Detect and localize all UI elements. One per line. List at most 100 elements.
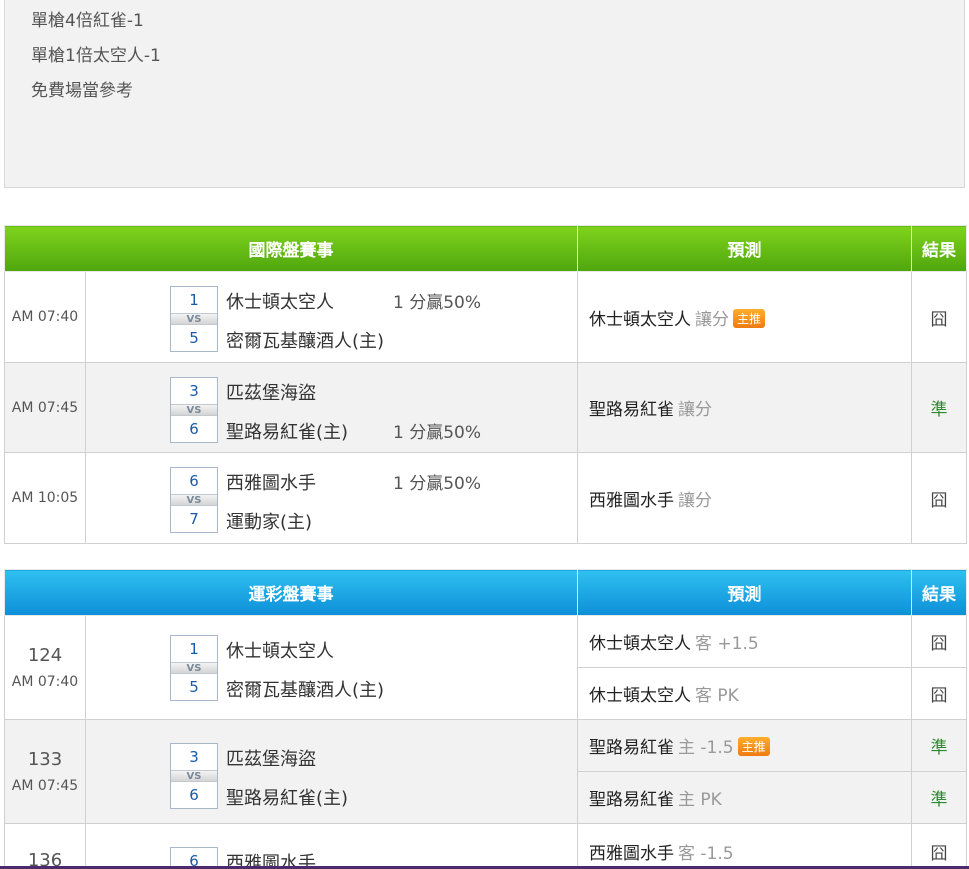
away-score: 1 (189, 290, 199, 309)
game-time: AM 07:40 (4, 271, 86, 363)
away-team: 西雅圖水手 (226, 472, 316, 494)
result-cell: 囧 (911, 271, 967, 363)
prediction: 休士頓太空人客 PK (577, 667, 912, 720)
game-number: 133 (27, 749, 63, 770)
pick-line: 主 -1.5 (678, 738, 734, 758)
intl-games-table: 國際盤賽事 預測 結果 AM 07:40 1 VS 5 休士頓太空人 密爾瓦基釀… (4, 225, 967, 544)
table-row[interactable]: AM 10:05 6 VS 7 西雅圖水手 運動家(主) 1 分贏50% 西雅圖… (4, 452, 967, 544)
game-number: 124 (27, 645, 63, 666)
prediction-header: 預測 (577, 225, 912, 272)
result-cell: 準 (911, 771, 967, 824)
pick-team: 西雅圖水手 (589, 844, 674, 864)
matchup: 3 VS 6 匹茲堡海盜 聖路易紅雀(主) 1 分贏50% (85, 362, 578, 453)
prediction: 西雅圖水手 讓分 (577, 452, 912, 544)
score-box: 1 VS 5 (170, 634, 218, 701)
score-box: 3 VS 6 (170, 376, 218, 443)
result-cell: 囧 (911, 823, 967, 869)
away-team: 匹茲堡海盜 (226, 748, 316, 770)
matchup: 3 VS 6 匹茲堡海盜 聖路易紅雀(主) (85, 719, 578, 824)
away-team: 休士頓太空人 (226, 640, 334, 662)
table-row[interactable]: 136 6 西雅圖水手 西雅圖水手客 -1.5 囧 (4, 823, 967, 869)
pick-line: 客 -1.5 (678, 844, 734, 864)
pick-team: 休士頓太空人 (589, 634, 691, 654)
result-cell: 囧 (911, 452, 967, 544)
table-row[interactable]: 133 AM 07:45 3 VS 6 匹茲堡海盜 聖路易紅雀(主) 聖路易紅雀… (4, 719, 967, 824)
table-header: 運彩盤賽事 預測 結果 (4, 569, 967, 616)
game-time: 133 AM 07:45 (4, 719, 86, 824)
game-time: AM 07:45 (4, 362, 86, 453)
prediction: 聖路易紅雀主 PK (577, 771, 912, 824)
away-score: 6 (189, 471, 199, 490)
result-cell: 囧 (911, 667, 967, 720)
event-header: 運彩盤賽事 (4, 569, 578, 616)
handicap-label: 1 分贏50% (393, 473, 482, 494)
prediction: 休士頓太空人 讓分 主推 (577, 271, 912, 363)
prediction: 聖路易紅雀主 -1.5 主推 (577, 719, 912, 772)
matchup: 6 西雅圖水手 (85, 823, 578, 869)
game-time-label: AM 07:40 (11, 674, 79, 690)
away-score: 3 (189, 381, 199, 400)
table-row[interactable]: AM 07:40 1 VS 5 休士頓太空人 密爾瓦基釀酒人(主) 1 分贏50… (4, 271, 967, 363)
table-row[interactable]: AM 07:45 3 VS 6 匹茲堡海盜 聖路易紅雀(主) 1 分贏50% 聖… (4, 362, 967, 453)
sports-games-table: 運彩盤賽事 預測 結果 124 AM 07:40 1 VS 5 休士頓太空人 密… (4, 569, 967, 869)
score-box: 6 VS 7 (170, 466, 218, 533)
pick-type: 讓分 (678, 490, 712, 511)
pick-type: 讓分 (695, 309, 729, 330)
note-line: 單槍4倍紅雀-1 (31, 11, 144, 31)
vs-label: VS (171, 403, 217, 416)
featured-badge: 主推 (737, 737, 770, 756)
pick-line: 客 +1.5 (695, 634, 759, 654)
home-score: 7 (189, 509, 199, 528)
vs-label: VS (171, 493, 217, 506)
table-row[interactable]: 124 AM 07:40 1 VS 5 休士頓太空人 密爾瓦基釀酒人(主) 休士… (4, 615, 967, 720)
handicap-label: 1 分贏50% (393, 292, 482, 313)
game-time: 124 AM 07:40 (4, 615, 86, 720)
home-score: 6 (189, 785, 199, 804)
home-team: 密爾瓦基釀酒人(主) (226, 330, 385, 352)
score-box: 1 VS 5 (170, 285, 218, 352)
home-team: 運動家(主) (226, 511, 313, 533)
pick-team: 聖路易紅雀 (589, 400, 674, 420)
game-time: 136 (4, 823, 86, 869)
table-header: 國際盤賽事 預測 結果 (4, 225, 967, 272)
score-box: 3 VS 6 (170, 742, 218, 809)
matchup: 1 VS 5 休士頓太空人 密爾瓦基釀酒人(主) 1 分贏50% (85, 271, 578, 363)
game-time-label: AM 07:45 (11, 778, 79, 794)
pick-team: 休士頓太空人 (589, 686, 691, 706)
home-score: 6 (189, 419, 199, 438)
result-header: 結果 (911, 569, 967, 616)
pick-team: 聖路易紅雀 (589, 790, 674, 810)
prediction: 西雅圖水手客 -1.5 (577, 823, 912, 869)
handicap-label: 1 分贏50% (393, 422, 482, 443)
result-cell: 準 (911, 362, 967, 453)
featured-badge: 主推 (733, 308, 766, 328)
pick-line: 主 PK (678, 790, 722, 810)
matchup: 6 VS 7 西雅圖水手 運動家(主) 1 分贏50% (85, 452, 578, 544)
prediction: 聖路易紅雀 讓分 (577, 362, 912, 453)
home-score: 5 (189, 677, 199, 696)
pick-team: 聖路易紅雀 (589, 738, 674, 758)
result-cell: 囧 (911, 615, 967, 668)
away-score: 1 (189, 639, 199, 658)
game-time: AM 10:05 (4, 452, 86, 544)
home-team: 聖路易紅雀(主) (226, 787, 349, 809)
away-score: 3 (189, 747, 199, 766)
result-cell: 準 (911, 719, 967, 772)
note-line: 單槍1倍太空人-1 (31, 46, 161, 66)
notes-panel: 單槍4倍紅雀-1 單槍1倍太空人-1 免費場當參考 (4, 0, 965, 188)
vs-label: VS (171, 769, 217, 782)
pick-type: 讓分 (678, 400, 712, 420)
pick-line: 客 PK (695, 686, 739, 706)
home-team: 聖路易紅雀(主) (226, 421, 349, 443)
prediction: 休士頓太空人客 +1.5 (577, 615, 912, 668)
vs-label: VS (171, 661, 217, 674)
pick-team: 西雅圖水手 (589, 490, 674, 511)
event-header: 國際盤賽事 (4, 225, 578, 272)
pick-team: 休士頓太空人 (589, 309, 691, 330)
prediction-header: 預測 (577, 569, 912, 616)
result-header: 結果 (911, 225, 967, 272)
home-score: 5 (189, 328, 199, 347)
note-line: 免費場當參考 (31, 81, 133, 101)
home-team: 密爾瓦基釀酒人(主) (226, 679, 385, 701)
away-team: 休士頓太空人 (226, 291, 334, 313)
